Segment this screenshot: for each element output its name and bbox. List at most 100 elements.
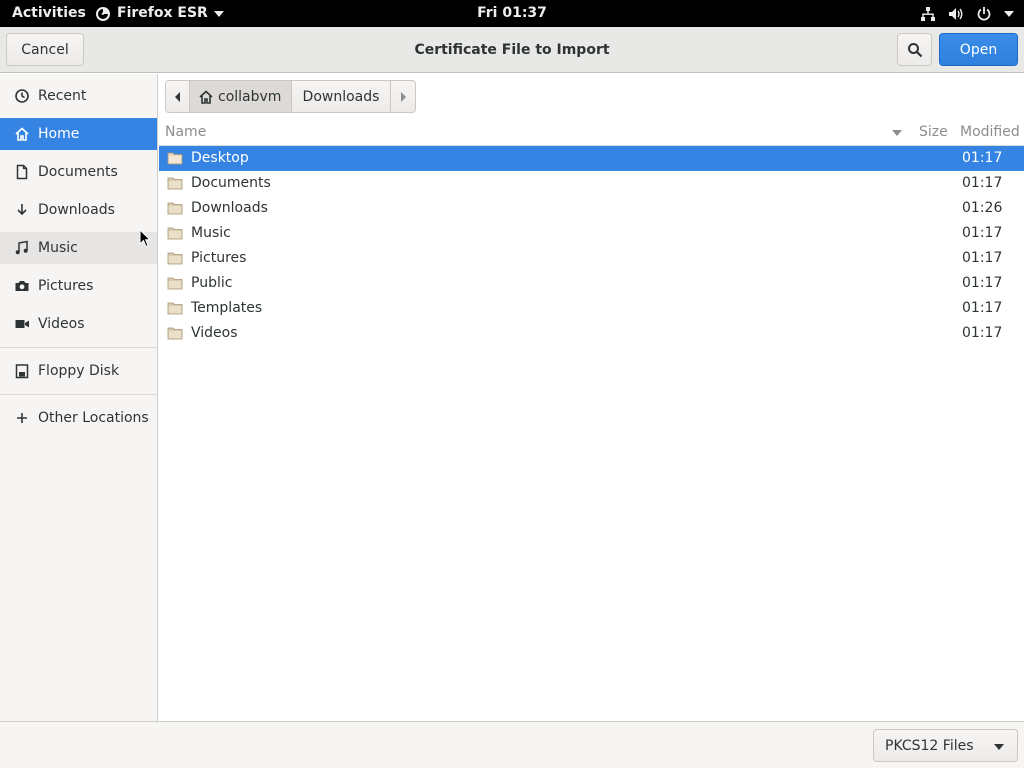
dialog-header: Cancel Certificate File to Import Open	[0, 27, 1024, 73]
column-header: Name Size Modified	[159, 119, 1024, 146]
places-sidebar: Recent Home Documents Downloads Music Pi…	[0, 74, 158, 721]
folder-icon	[167, 252, 183, 265]
path-button-downloads[interactable]: Downloads	[292, 81, 391, 112]
sidebar-item-recent[interactable]: Recent	[0, 80, 157, 112]
sidebar-item-videos[interactable]: Videos	[0, 308, 157, 340]
sidebar-item-label: Music	[38, 240, 78, 256]
file-name: Music	[191, 225, 231, 241]
chevron-left-icon	[174, 91, 180, 102]
folder-icon	[167, 277, 183, 290]
sidebar-item-downloads[interactable]: Downloads	[0, 194, 157, 226]
file-name: Documents	[191, 175, 271, 191]
path-scroll-left-button[interactable]	[166, 81, 190, 112]
folder-icon	[167, 177, 183, 190]
file-row[interactable]: Music 01:17	[159, 221, 1024, 246]
sidebar-item-home[interactable]: Home	[0, 118, 157, 150]
file-type-filter[interactable]: PKCS12 Files	[873, 729, 1018, 762]
app-menu[interactable]: Firefox ESR	[95, 0, 224, 27]
sidebar-item-pictures[interactable]: Pictures	[0, 270, 157, 302]
file-modified: 01:17	[962, 275, 1003, 291]
document-icon	[14, 164, 30, 180]
file-modified: 01:17	[962, 225, 1003, 241]
file-row[interactable]: Templates 01:17	[159, 296, 1024, 321]
video-icon	[14, 316, 30, 332]
path-scroll-right-button[interactable]	[391, 81, 415, 112]
file-row[interactable]: Videos 01:17	[159, 321, 1024, 346]
sidebar-item-label: Downloads	[38, 202, 115, 218]
floppy-icon	[14, 363, 30, 379]
file-row[interactable]: Pictures 01:17	[159, 246, 1024, 271]
sidebar-item-other-locations[interactable]: Other Locations	[0, 402, 157, 434]
file-name: Videos	[191, 325, 238, 341]
home-icon	[199, 89, 213, 104]
folder-icon	[167, 227, 183, 240]
clock-icon	[14, 88, 30, 104]
file-row[interactable]: Downloads 01:26	[159, 196, 1024, 221]
cancel-button[interactable]: Cancel	[6, 33, 84, 66]
file-modified: 01:17	[962, 175, 1003, 191]
folder-icon	[167, 152, 183, 165]
volume-icon	[949, 7, 963, 20]
sidebar-item-documents[interactable]: Documents	[0, 156, 157, 188]
clock[interactable]: Fri 01:37	[477, 5, 547, 21]
sidebar-item-label: Documents	[38, 164, 118, 180]
filter-label: PKCS12 Files	[885, 737, 974, 754]
system-menu[interactable]	[920, 0, 1014, 27]
file-row[interactable]: Public 01:17	[159, 271, 1024, 296]
download-icon	[14, 202, 30, 218]
path-label: Downloads	[302, 88, 380, 105]
sidebar-item-label: Videos	[38, 316, 85, 332]
sidebar-item-label: Other Locations	[38, 410, 149, 426]
sidebar-separator	[0, 394, 158, 395]
plus-icon	[14, 410, 30, 426]
file-modified: 01:17	[962, 300, 1003, 316]
column-header-size[interactable]: Size	[919, 119, 948, 146]
sidebar-item-label: Pictures	[38, 278, 94, 294]
path-bar: collabvm Downloads	[165, 80, 416, 113]
chevron-down-icon	[1004, 10, 1014, 17]
activities-button[interactable]: Activities	[12, 0, 86, 27]
file-name: Public	[191, 275, 233, 291]
sidebar-item-floppy-disk[interactable]: Floppy Disk	[0, 355, 157, 387]
search-button[interactable]	[897, 33, 932, 66]
sidebar-item-label: Recent	[38, 88, 87, 104]
top-bar: Activities Firefox ESR Fri 01:37	[0, 0, 1024, 27]
file-row[interactable]: Desktop 01:17	[159, 146, 1024, 171]
sidebar-item-music[interactable]: Music	[0, 232, 157, 264]
file-row[interactable]: Documents 01:17	[159, 171, 1024, 196]
file-modified: 01:17	[962, 250, 1003, 266]
path-label: collabvm	[218, 88, 282, 105]
file-modified: 01:17	[962, 325, 1003, 341]
path-button-home[interactable]: collabvm	[190, 81, 292, 112]
mouse-cursor	[139, 229, 151, 248]
home-icon	[14, 126, 30, 142]
chevron-down-icon	[213, 10, 224, 17]
dialog-title: Certificate File to Import	[414, 42, 610, 58]
file-modified: 01:26	[962, 200, 1003, 216]
dialog-footer: PKCS12 Files	[0, 721, 1024, 768]
sidebar-separator	[0, 347, 158, 348]
column-header-modified[interactable]: Modified	[960, 119, 1020, 146]
column-header-name[interactable]: Name	[165, 119, 206, 146]
file-name: Templates	[191, 300, 263, 316]
file-list: Desktop 01:17 Documents 01:17 Downloads 01:26…	[159, 146, 1024, 346]
file-modified: 01:17	[962, 150, 1003, 166]
file-name: Downloads	[191, 200, 268, 216]
app-name: Firefox ESR	[117, 5, 208, 21]
sidebar-item-label: Home	[38, 126, 80, 142]
camera-icon	[14, 278, 30, 294]
firefox-icon	[96, 6, 110, 21]
chevron-down-icon	[994, 744, 1004, 750]
folder-icon	[167, 202, 183, 215]
file-name: Pictures	[191, 250, 247, 266]
file-name: Desktop	[191, 150, 249, 166]
power-icon	[977, 6, 991, 20]
folder-icon	[167, 327, 183, 340]
chevron-right-icon	[401, 91, 406, 102]
music-icon	[14, 240, 30, 256]
folder-icon	[167, 302, 183, 315]
network-icon	[921, 6, 935, 21]
open-button[interactable]: Open	[939, 33, 1018, 66]
sidebar-item-label: Floppy Disk	[38, 363, 120, 379]
search-icon	[907, 42, 922, 57]
